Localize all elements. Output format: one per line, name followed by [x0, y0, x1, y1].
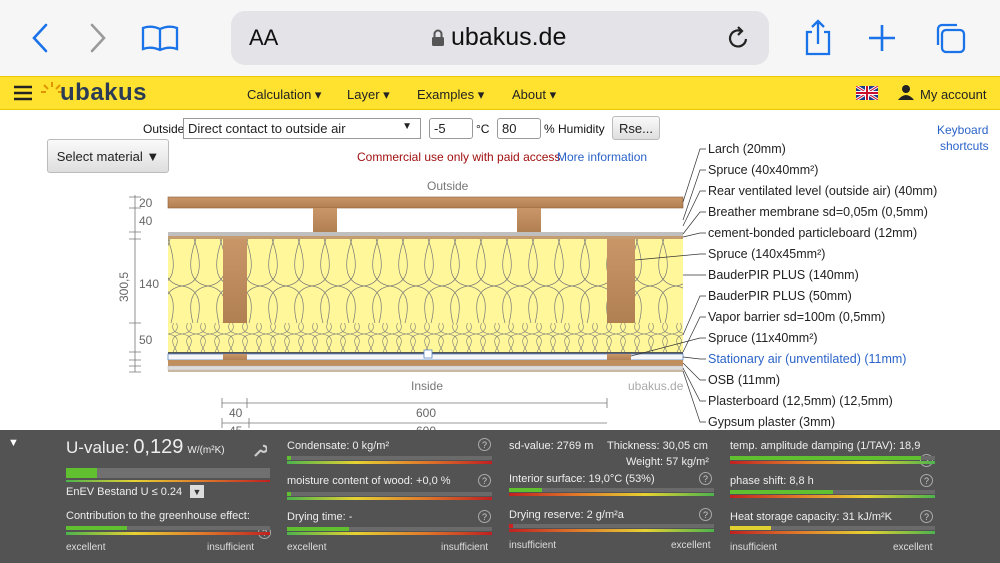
dim-20: 20 — [139, 196, 153, 210]
layer-label[interactable]: Spruce (11x40mm²) — [708, 331, 818, 345]
greenhouse-bar — [66, 526, 270, 530]
phase-shift-label: phase shift: 8,8 h — [730, 475, 814, 487]
layer-label[interactable]: cement-bonded particleboard (12mm) — [708, 226, 917, 240]
layer-label[interactable]: Rear ventilated level (outside air) (40m… — [708, 184, 937, 198]
heat-storage-label: Heat storage capacity: 31 kJ/m²K — [730, 511, 893, 523]
watermark: ubakus.de — [628, 379, 684, 393]
help-icon[interactable]: ? — [478, 510, 491, 523]
scale-excellent: excellent — [893, 542, 933, 553]
layer-label[interactable]: Spruce (40x40mm²) — [708, 163, 818, 177]
lock-icon — [432, 29, 444, 46]
collapse-triangle-icon[interactable]: ▼ — [8, 437, 19, 449]
layer-label[interactable]: Gypsum plaster (3mm) — [708, 415, 835, 429]
help-icon[interactable]: ? — [699, 508, 712, 521]
drying-reserve-bar — [509, 524, 714, 528]
menu-calculation[interactable]: Calculation ▾ — [247, 87, 321, 103]
ubakus-logo[interactable]: ubakus — [40, 79, 147, 107]
layer-label[interactable]: BauderPIR PLUS (140mm) — [708, 268, 859, 282]
new-tab-icon[interactable] — [864, 18, 900, 58]
app-header: ubakus Calculation ▾ Layer ▾ Examples ▾ … — [0, 76, 1000, 110]
scale-insufficient: insufficient — [509, 540, 557, 551]
dim-total: 300,5 — [117, 272, 131, 302]
u-value: 0,129 — [133, 436, 184, 458]
help-icon[interactable]: ? — [699, 472, 712, 485]
address-bar[interactable]: AA ubakus.de — [231, 11, 769, 65]
layer-label[interactable]: Breather membrane sd=0,05m (0,5mm) — [708, 205, 928, 219]
wrench-icon[interactable] — [253, 444, 268, 463]
drying-time-bar — [287, 527, 492, 531]
moisture-label: moisture content of wood: +0,0 % — [287, 475, 451, 487]
menu-examples[interactable]: Examples ▾ — [417, 87, 484, 103]
thickness-label: Thickness: 30,05 cm — [607, 440, 708, 452]
share-icon[interactable] — [800, 18, 836, 58]
interior-surface-label: Interior surface: 19,0°C (53%) — [509, 473, 655, 485]
help-icon[interactable]: ? — [920, 474, 933, 487]
enev-dropdown-icon[interactable]: ▼ — [190, 485, 204, 498]
layer-label[interactable]: Larch (20mm) — [708, 142, 786, 156]
scale-excellent: excellent — [671, 540, 711, 551]
condensate-bar — [287, 456, 492, 460]
layer-label[interactable]: Stationary air (unventilated) (11mm) — [708, 352, 906, 366]
text-size-button[interactable]: AA — [249, 25, 278, 51]
layer-label[interactable]: OSB (11mm) — [708, 373, 780, 387]
tabs-icon[interactable] — [930, 18, 970, 58]
scale-excellent: excellent — [66, 542, 106, 553]
user-icon[interactable] — [898, 84, 914, 105]
sd-value-label: sd-value: 2769 m — [509, 440, 594, 452]
phase-shift-bar — [730, 490, 935, 494]
back-icon[interactable] — [25, 18, 55, 58]
layer-label[interactable]: Spruce (140x45mm²) — [708, 247, 825, 261]
interior-surface-bar — [509, 488, 714, 492]
u-value-bar — [66, 468, 270, 478]
bookmarks-icon[interactable] — [138, 18, 182, 58]
uk-flag-icon[interactable] — [856, 86, 878, 100]
drying-reserve-label: Drying reserve: 2 g/m²a — [509, 509, 624, 521]
layer-label[interactable]: BauderPIR PLUS (50mm) — [708, 289, 852, 303]
temp-damping-label: temp. amplitude damping (1/TAV): 18,9 — [730, 440, 921, 452]
dim-bottom-600: 600 — [416, 406, 436, 420]
layer-label[interactable]: Plasterboard (12,5mm) (12,5mm) — [708, 394, 893, 408]
dim-50: 50 — [139, 333, 153, 347]
u-value-row: U-value: 0,129 W/(m²K) — [66, 436, 225, 458]
forward-icon[interactable] — [83, 18, 113, 58]
temp-damping-bar — [730, 456, 935, 460]
reload-icon[interactable] — [727, 25, 751, 56]
results-panel: ▼ U-value: 0,129 W/(m²K) EnEV Bestand U … — [0, 430, 1000, 563]
weight-label: Weight: 57 kg/m² — [626, 456, 709, 468]
greenhouse-label: Contribution to the greenhouse effect: — [66, 510, 250, 522]
heat-storage-bar — [730, 526, 935, 530]
construction-editor: Outside Direct contact to outside air ▼ … — [0, 110, 1000, 430]
scale-insufficient: insufficient — [441, 542, 489, 553]
enev-label: EnEV Bestand U ≤ 0.24 — [66, 486, 183, 498]
inside-side-label: Inside — [411, 379, 443, 393]
dim-140: 140 — [139, 277, 159, 291]
outside-side-label: Outside — [427, 179, 469, 193]
layer-label[interactable]: Vapor barrier sd=100m (0,5mm) — [708, 310, 885, 324]
help-icon[interactable]: ? — [478, 438, 491, 451]
moisture-bar — [287, 492, 492, 496]
help-icon[interactable]: ? — [478, 474, 491, 487]
scale-insufficient: insufficient — [730, 542, 778, 553]
url-text: ubakus.de — [451, 23, 567, 51]
dim-40: 40 — [139, 214, 153, 228]
my-account-link[interactable]: My account — [920, 87, 986, 102]
menu-layer[interactable]: Layer ▾ — [347, 87, 390, 103]
dim-bottom-40: 40 — [229, 406, 243, 420]
scale-insufficient: insufficient — [207, 542, 255, 553]
drying-time-label: Drying time: - — [287, 511, 353, 523]
condensate-label: Condensate: 0 kg/m² — [287, 440, 390, 452]
browser-toolbar: AA ubakus.de — [0, 0, 1000, 76]
menu-about[interactable]: About ▾ — [512, 87, 556, 103]
scale-excellent: excellent — [287, 542, 327, 553]
help-icon[interactable]: ? — [920, 510, 933, 523]
hamburger-menu-icon[interactable] — [14, 85, 32, 106]
